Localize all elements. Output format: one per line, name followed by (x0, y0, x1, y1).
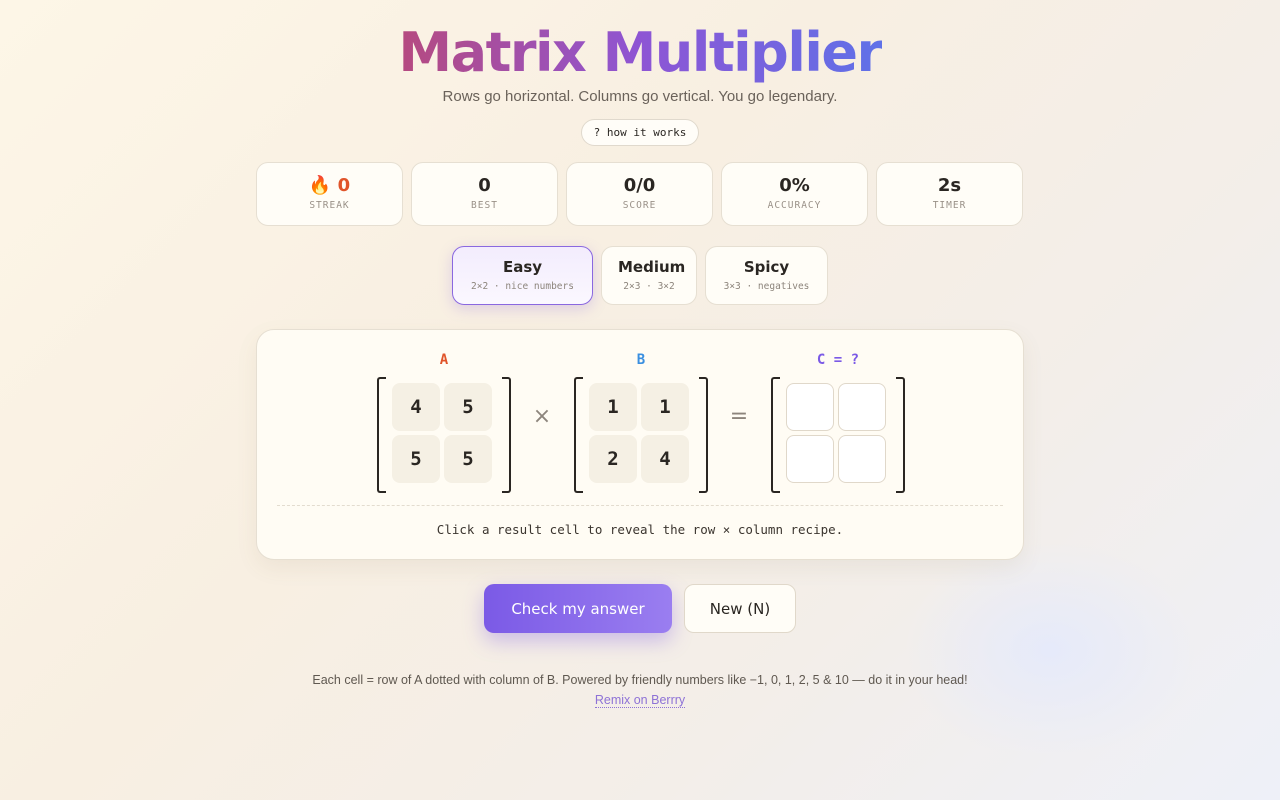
result-cell-input[interactable] (786, 383, 834, 431)
fire-icon: 🔥 (308, 175, 332, 196)
difficulty-easy-desc: 2×2 · nice numbers (471, 281, 574, 292)
matrix-a-cell: 4 (392, 383, 440, 431)
difficulty-spicy-desc: 3×3 · negatives (723, 281, 810, 292)
stat-streak: 🔥 0 STREAK (256, 162, 403, 226)
stat-accuracy-label: ACCURACY (767, 200, 822, 211)
check-answer-button[interactable]: Check my answer (484, 584, 672, 633)
board-divider (277, 505, 1003, 506)
page-title: Matrix Multiplier (398, 21, 883, 84)
matrix-board: A 4 5 5 5 × B 1 1 2 4 = C = ? Click a re… (256, 329, 1024, 560)
matrix-b-cell: 1 (589, 383, 637, 431)
stats-bar: 🔥 0 STREAK 0 BEST 0/0 SCORE 0% ACCURACY … (256, 162, 1023, 226)
difficulty-easy-button[interactable]: Easy 2×2 · nice numbers (452, 246, 593, 305)
difficulty-selector: Easy 2×2 · nice numbers Medium 2×3 · 3×2… (0, 246, 1280, 305)
stat-best-value: 0 (478, 175, 491, 196)
result-cell-input[interactable] (786, 435, 834, 483)
stat-accuracy-value: 0% (779, 175, 810, 196)
stat-score: 0/0 SCORE (566, 162, 713, 226)
difficulty-spicy-button[interactable]: Spicy 3×3 · negatives (705, 246, 828, 305)
equals-symbol: = (729, 404, 749, 429)
difficulty-medium-button[interactable]: Medium 2×3 · 3×2 (601, 246, 697, 305)
difficulty-spicy-name: Spicy (743, 258, 790, 276)
matrix-b-cell: 2 (589, 435, 637, 483)
page-subtitle: Rows go horizontal. Columns go vertical.… (442, 88, 838, 105)
matrix-c-label: C = ? (816, 352, 860, 368)
matrix-b-cell: 4 (641, 435, 689, 483)
stat-timer: 2s TIMER (876, 162, 1023, 226)
matrix-b-label: B (636, 352, 646, 368)
matrix-a-cell: 5 (392, 435, 440, 483)
matrix-c (771, 377, 905, 493)
matrix-a: 4 5 5 5 (377, 377, 511, 493)
stat-streak-label: STREAK (309, 200, 350, 211)
stat-best: 0 BEST (411, 162, 558, 226)
stat-score-value: 0/0 (623, 175, 656, 196)
matrix-b: 1 1 2 4 (574, 377, 708, 493)
difficulty-medium-desc: 2×3 · 3×2 (623, 281, 675, 292)
new-problem-button[interactable]: New (N) (684, 584, 796, 633)
footer-link-wrap: Remix on Berrry (0, 693, 1280, 708)
stat-timer-value: 2s (937, 175, 962, 196)
how-it-works-button[interactable]: ? how it works (581, 119, 699, 146)
result-cell-input[interactable] (838, 383, 886, 431)
stat-score-label: SCORE (622, 200, 657, 211)
matrix-a-cell: 5 (444, 435, 492, 483)
stat-best-label: BEST (471, 200, 498, 211)
difficulty-medium-name: Medium (618, 258, 686, 276)
matrix-a-cell: 5 (444, 383, 492, 431)
remix-link[interactable]: Remix on Berrry (594, 693, 686, 708)
background-glow (900, 540, 1200, 760)
board-hint: Click a result cell to reveal the row × … (436, 522, 844, 537)
matrix-b-cell: 1 (641, 383, 689, 431)
footer-text: Each cell = row of A dotted with column … (312, 673, 968, 687)
stat-streak-value: 0 (337, 175, 351, 196)
times-symbol: × (532, 404, 552, 429)
difficulty-easy-name: Easy (502, 258, 543, 276)
result-cell-input[interactable] (838, 435, 886, 483)
stat-timer-label: TIMER (932, 200, 967, 211)
matrix-a-label: A (439, 352, 449, 368)
stat-accuracy: 0% ACCURACY (721, 162, 868, 226)
